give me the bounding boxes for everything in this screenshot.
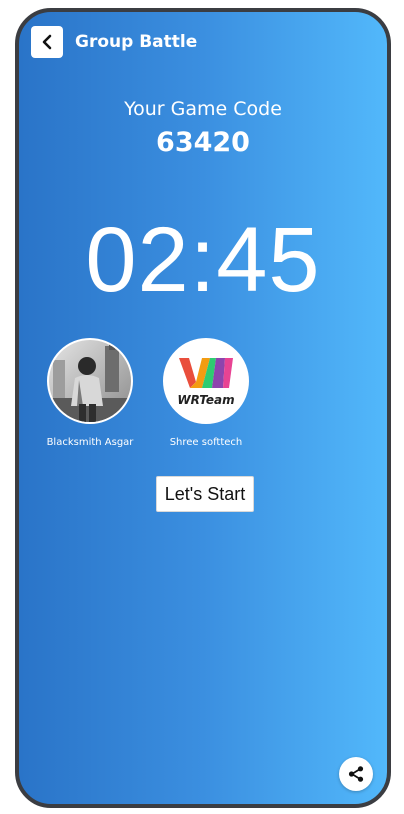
share-button[interactable] bbox=[339, 757, 373, 791]
company-logo: WRTeam bbox=[165, 340, 247, 422]
player-name: Shree softtech bbox=[169, 437, 243, 448]
share-icon bbox=[348, 766, 364, 782]
game-code-value: 63420 bbox=[156, 127, 250, 158]
chevron-left-icon bbox=[42, 34, 52, 50]
page-title: Group Battle bbox=[75, 32, 198, 52]
game-code-label: Your Game Code bbox=[124, 98, 282, 120]
person-photo-icon bbox=[49, 340, 131, 422]
countdown-timer: 02:45 bbox=[85, 209, 321, 311]
player-card: WRTeam Shree softtech bbox=[151, 338, 261, 450]
player-name: Blacksmith Asgar bbox=[46, 437, 134, 448]
player-avatar: WRTeam bbox=[163, 338, 249, 424]
phone-frame: Group Battle Your Game Code 63420 02:45 bbox=[15, 8, 391, 808]
svg-text:WRTeam: WRTeam bbox=[177, 393, 234, 407]
back-button[interactable] bbox=[31, 26, 63, 58]
player-card: Blacksmith Asgar bbox=[35, 338, 145, 450]
start-button[interactable]: Let's Start bbox=[156, 476, 254, 512]
player-avatar bbox=[47, 338, 133, 424]
